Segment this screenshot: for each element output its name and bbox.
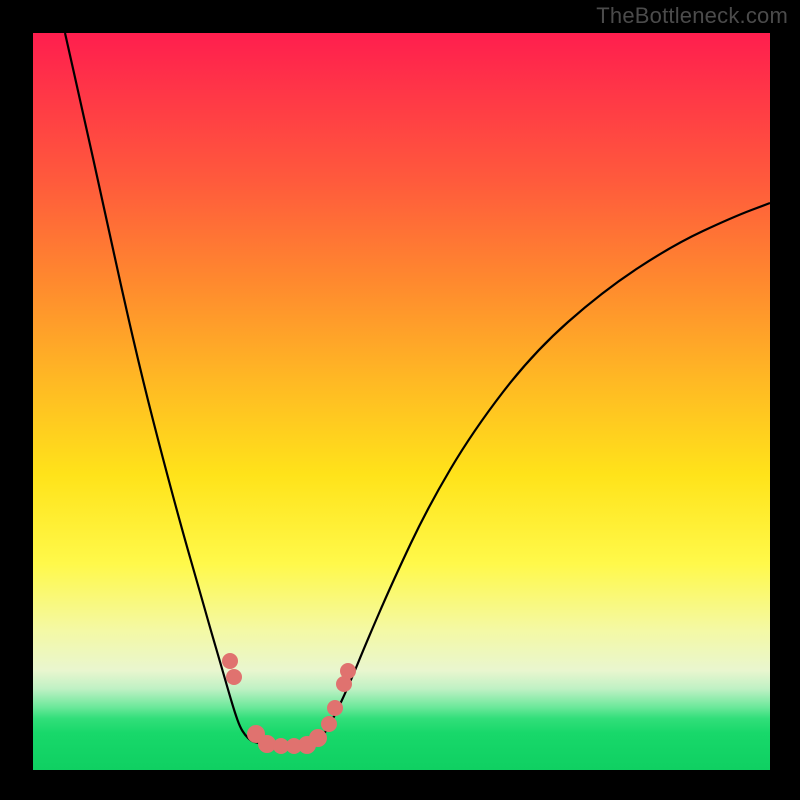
data-marker [309, 729, 327, 747]
marker-group [222, 653, 356, 754]
left-curve [65, 33, 265, 744]
watermark-text: TheBottleneck.com [596, 3, 788, 29]
data-marker [321, 716, 337, 732]
data-marker [222, 653, 238, 669]
data-marker [327, 700, 343, 716]
plot-area [33, 33, 770, 770]
data-marker [340, 663, 356, 679]
right-curve [316, 203, 770, 744]
curves-svg [33, 33, 770, 770]
data-marker [226, 669, 242, 685]
chart-frame: TheBottleneck.com [0, 0, 800, 800]
